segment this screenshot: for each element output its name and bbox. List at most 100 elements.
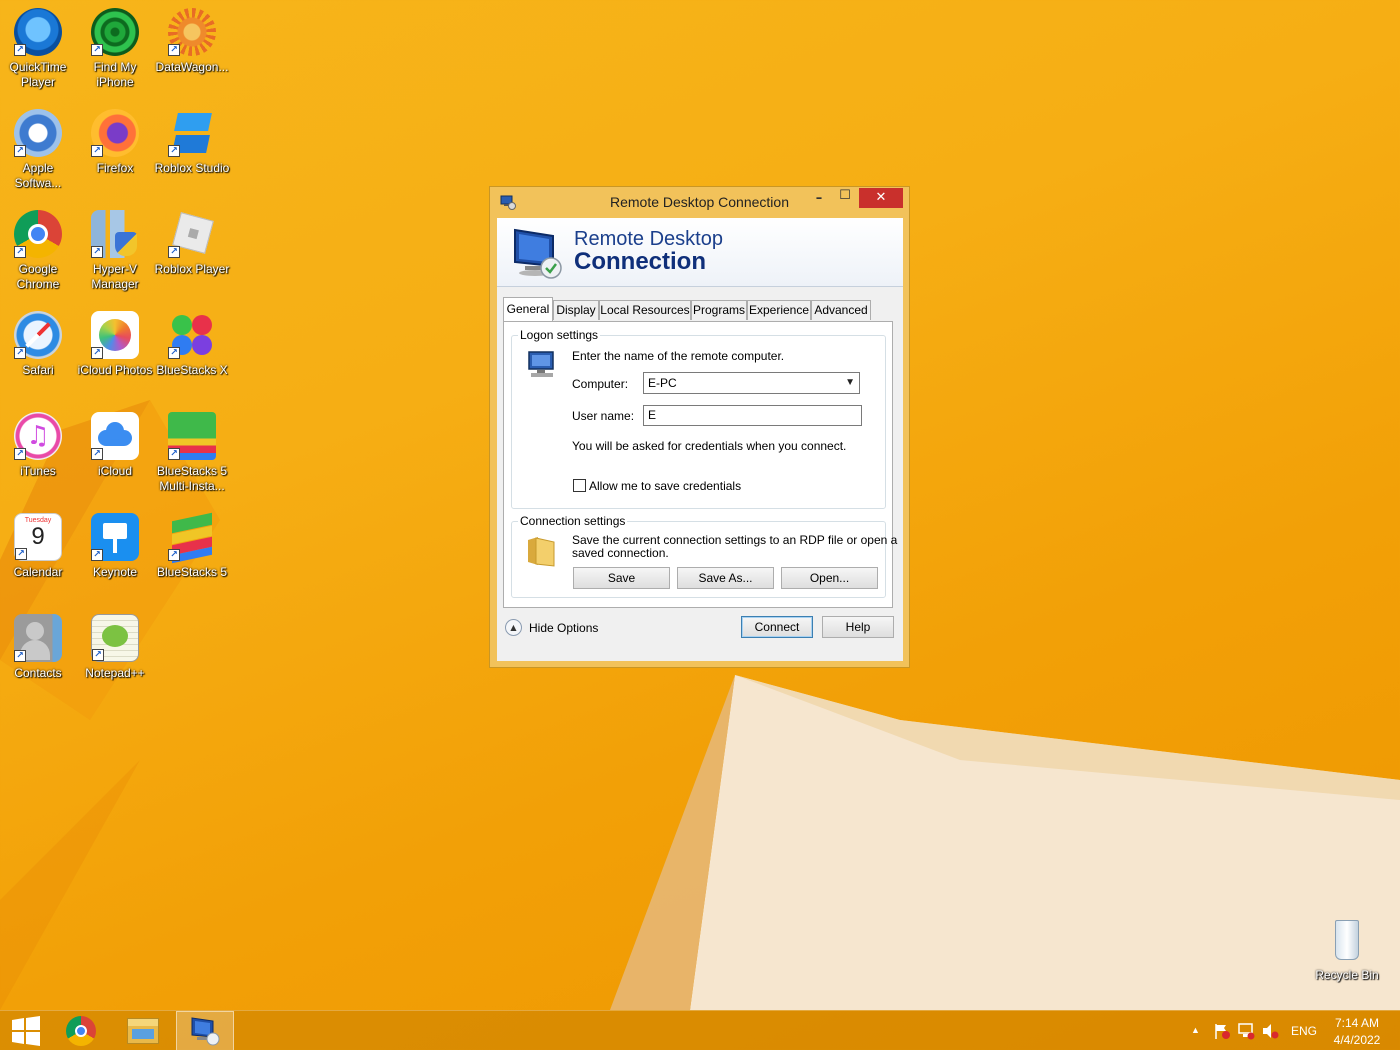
logon-instruction: Enter the name of the remote computer. xyxy=(572,349,785,363)
volume-muted-icon[interactable] xyxy=(1261,1022,1279,1040)
desktop-icon-hyper-v-manager[interactable]: ↗ Hyper-V Manager xyxy=(77,210,153,292)
roblox-player-icon: ↗ xyxy=(168,210,216,258)
banner-title-line2: Connection xyxy=(574,248,706,275)
rdp-banner: Remote Desktop Connection xyxy=(497,218,903,287)
connection-description-line2: saved connection. xyxy=(572,546,669,560)
chrome-icon: ↗ xyxy=(14,210,62,258)
connection-description-line1: Save the current connection settings to … xyxy=(572,533,898,547)
open-button[interactable]: Open... xyxy=(781,567,878,589)
chrome-icon xyxy=(66,1016,96,1046)
desktop-icon-icloud-photos[interactable]: ↗ iCloud Photos xyxy=(77,311,153,378)
network-icon[interactable] xyxy=(1237,1022,1255,1040)
desktop-icon-apple-software-update[interactable]: ↗ Apple Softwa... xyxy=(0,109,76,191)
bluestacks-multi-instance-icon: ↗ xyxy=(168,412,216,460)
username-field-value: E xyxy=(648,408,657,422)
window-client-area: Remote Desktop Connection General Displa… xyxy=(497,218,903,661)
find-my-iphone-icon: ↗ xyxy=(91,8,139,56)
desktop-icon-datawagon[interactable]: ↗ DataWagon... xyxy=(154,8,230,75)
contacts-icon: ↗ xyxy=(14,614,62,662)
hyper-v-manager-icon: ↗ xyxy=(91,210,139,258)
desktop-icon-bluestacks-5-multi-instance[interactable]: ↗ BlueStacks 5 Multi-Insta... xyxy=(154,412,230,494)
tray-expand-icon[interactable]: ▲ xyxy=(1191,1025,1200,1035)
connect-button[interactable]: Connect xyxy=(741,616,813,638)
keynote-icon: ↗ xyxy=(91,513,139,561)
window-titlebar[interactable]: Remote Desktop Connection – ☐ ✕ xyxy=(490,187,909,218)
minimize-button[interactable]: – xyxy=(808,191,830,211)
desktop-icon-bluestacks-x[interactable]: ↗ BlueStacks X xyxy=(154,311,230,378)
computer-combobox-value: E-PC xyxy=(648,376,677,390)
desktop-icon-keynote[interactable]: ↗ Keynote xyxy=(77,513,153,580)
rdp-app-icon xyxy=(191,1017,220,1046)
desktop-icon-bluestacks-5[interactable]: ↗ BlueStacks 5 xyxy=(154,512,230,580)
desktop-icon-icloud[interactable]: ↗ iCloud xyxy=(77,412,153,479)
tab-experience[interactable]: Experience xyxy=(747,300,811,320)
clock-date[interactable]: 4/4/2022 xyxy=(1330,1033,1384,1047)
taskbar-chrome[interactable] xyxy=(52,1011,110,1050)
language-indicator[interactable]: ENG xyxy=(1291,1024,1317,1038)
bluestacks-x-icon: ↗ xyxy=(168,311,216,359)
file-explorer-icon xyxy=(127,1018,159,1044)
username-label: User name: xyxy=(572,409,635,423)
desktop-icon-calendar[interactable]: Tuesday 9 ↗ Calendar xyxy=(0,513,76,580)
tab-general[interactable]: General xyxy=(503,297,553,321)
connection-settings-group: Connection settings Save the current con… xyxy=(511,514,897,598)
close-button[interactable]: ✕ xyxy=(859,188,903,208)
datawagon-icon: ↗ xyxy=(168,8,216,56)
chevron-up-icon: ▲ xyxy=(505,619,522,636)
save-as-button[interactable]: Save As... xyxy=(677,567,774,589)
credentials-note: You will be asked for credentials when y… xyxy=(572,439,847,453)
maximize-button[interactable]: ☐ xyxy=(834,188,856,208)
start-button[interactable] xyxy=(0,1011,48,1050)
monitor-icon xyxy=(514,228,562,279)
logon-settings-group: Logon settings Enter the name of the rem… xyxy=(511,328,886,509)
tab-programs[interactable]: Programs xyxy=(691,300,747,320)
logon-settings-legend: Logon settings xyxy=(518,328,601,342)
icloud-photos-icon: ↗ xyxy=(91,311,139,359)
desktop-icon-quicktime[interactable]: ↗ QuickTime Player xyxy=(0,8,76,90)
computer-combobox[interactable]: E-PC ▼ xyxy=(643,372,860,394)
desktop-icon-roblox-player[interactable]: ↗ Roblox Player xyxy=(154,210,230,277)
desktop-icon-google-chrome[interactable]: ↗ Google Chrome xyxy=(0,210,76,292)
general-tab-panel: Logon settings Enter the name of the rem… xyxy=(503,321,897,608)
taskbar-remote-desktop[interactable] xyxy=(176,1011,234,1050)
chevron-down-icon[interactable]: ▼ xyxy=(845,373,855,393)
save-credentials-checkbox[interactable] xyxy=(573,479,586,492)
remote-desktop-window: Remote Desktop Connection – ☐ ✕ Remote D… xyxy=(489,186,910,668)
recycle-bin-icon xyxy=(1323,916,1371,964)
help-button[interactable]: Help xyxy=(822,616,894,638)
desktop-icon-find-my-iphone[interactable]: ↗ Find My iPhone xyxy=(77,8,153,90)
firefox-icon: ↗ xyxy=(91,109,139,157)
desktop-icon-itunes[interactable]: ♫ ↗ iTunes xyxy=(0,412,76,479)
notepad-plus-plus-icon: ↗ xyxy=(91,614,139,662)
folder-icon xyxy=(528,537,555,567)
computer-icon xyxy=(528,351,554,377)
save-button[interactable]: Save xyxy=(573,567,670,589)
quicktime-icon: ↗ xyxy=(14,8,62,56)
tab-display[interactable]: Display xyxy=(553,300,599,320)
hide-options-label: Hide Options xyxy=(529,621,599,635)
taskbar: ▲ ENG 7:14 AM 4/4/2022 xyxy=(0,1010,1400,1050)
username-field[interactable]: E xyxy=(643,405,862,426)
safari-icon: ↗ xyxy=(14,311,62,359)
connection-settings-legend: Connection settings xyxy=(518,514,628,528)
itunes-icon: ♫ ↗ xyxy=(14,412,62,460)
calendar-icon: Tuesday 9 ↗ xyxy=(14,513,62,561)
clock-time[interactable]: 7:14 AM xyxy=(1332,1016,1382,1030)
bluestacks-5-icon: ↗ xyxy=(168,512,216,564)
desktop-icon-safari[interactable]: ↗ Safari xyxy=(0,311,76,378)
icloud-icon: ↗ xyxy=(91,412,139,460)
windows-logo-icon xyxy=(12,1016,40,1046)
taskbar-file-explorer[interactable] xyxy=(114,1011,172,1050)
save-credentials-label[interactable]: Allow me to save credentials xyxy=(589,479,741,493)
desktop-icon-roblox-studio[interactable]: ↗ Roblox Studio xyxy=(154,109,230,176)
desktop-icon-firefox[interactable]: ↗ Firefox xyxy=(77,109,153,176)
desktop-icon-recycle-bin[interactable]: Recycle Bin xyxy=(1309,916,1385,983)
computer-label: Computer: xyxy=(572,377,629,391)
action-center-flag-icon[interactable] xyxy=(1213,1022,1231,1040)
desktop-icon-notepad-plus-plus[interactable]: ↗ Notepad++ xyxy=(77,614,153,681)
roblox-studio-icon: ↗ xyxy=(168,109,216,157)
desktop-icon-contacts[interactable]: ↗ Contacts xyxy=(0,614,76,681)
tab-advanced[interactable]: Advanced xyxy=(811,300,871,320)
apple-software-update-icon: ↗ xyxy=(14,109,62,157)
tab-local-resources[interactable]: Local Resources xyxy=(599,300,691,320)
